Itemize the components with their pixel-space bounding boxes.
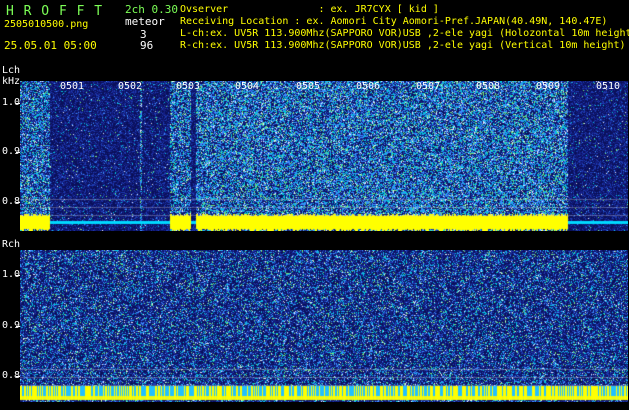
timestamp-label: 25.05.01 05:00 (4, 39, 97, 52)
observer-line: Ovserver : ex. JR7CYX [ kid ] (180, 4, 439, 15)
lch-y-tick (16, 152, 20, 153)
lch-y-tick (16, 103, 20, 104)
lch-y-tick (16, 202, 20, 203)
time-label-0503: 0503 (176, 81, 201, 92)
lch-config-line: L-ch:ex. UV5R 113.900Mhz(SAPPORO VOR)USB… (180, 28, 629, 39)
mode-label: meteor (125, 15, 165, 28)
time-label-0505: 0505 (296, 81, 321, 92)
time-label-0506: 0506 (356, 81, 381, 92)
rch-y-tick (16, 275, 20, 276)
time-label-0510: 0510 (596, 81, 621, 92)
location-line: Receiving Location : ex. Aomori City Aom… (180, 16, 608, 27)
time-label-0504: 0504 (235, 81, 260, 92)
time-label-0502: 0502 (118, 81, 143, 92)
time-label-0501: 0501 (60, 81, 85, 92)
filename-label: 2505010500.png (4, 19, 89, 30)
lch-channel-label: Lch (2, 65, 21, 76)
rch-y-tick (16, 326, 20, 327)
rch-y-tick (16, 376, 20, 377)
lch-unit-label: kHz (2, 76, 21, 87)
rch-spectrogram (20, 250, 628, 402)
rch-config-line: R-ch:ex. UV5R 113.900Mhz(SAPPORO VOR)USB… (180, 40, 626, 51)
time-label-0509: 0509 (536, 81, 561, 92)
channels-label: 2ch 0.30 (125, 3, 178, 16)
lch-spectrogram (20, 81, 628, 231)
time-label-0507: 0507 (416, 81, 441, 92)
app-title: H R O F F T (6, 4, 104, 19)
count-r: 96 (140, 39, 154, 52)
time-label-0508: 0508 (476, 81, 501, 92)
rch-channel-label: Rch (2, 239, 21, 250)
